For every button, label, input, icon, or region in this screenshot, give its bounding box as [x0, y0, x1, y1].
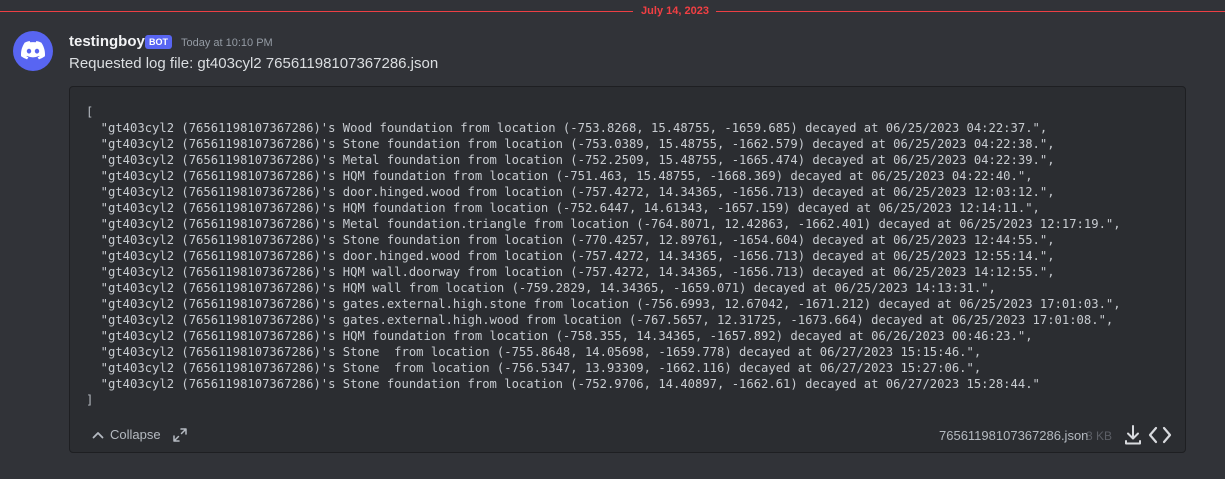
code-block: [ "gt403cyl2 (76561198107367286)'s Wood … — [86, 104, 1121, 408]
collapse-button[interactable]: Collapse — [91, 425, 161, 445]
divider-line-right — [716, 11, 1225, 12]
code-line: "gt403cyl2 (76561198107367286)'s door.hi… — [86, 249, 1055, 263]
code-icon[interactable] — [1148, 424, 1172, 446]
divider-line-left — [0, 11, 633, 12]
download-icon[interactable] — [1123, 424, 1143, 446]
file-size: 3 KB — [1086, 429, 1113, 443]
code-line: "gt403cyl2 (76561198107367286)'s Stone f… — [86, 137, 1055, 151]
code-line: "gt403cyl2 (76561198107367286)'s Stone f… — [86, 361, 982, 375]
open-bracket: [ — [86, 105, 94, 119]
avatar[interactable] — [13, 31, 53, 71]
code-attachment: [ "gt403cyl2 (76561198107367286)'s Wood … — [69, 86, 1186, 453]
code-line: "gt403cyl2 (76561198107367286)'s Metal f… — [86, 217, 1121, 231]
code-line: "gt403cyl2 (76561198107367286)'s Stone f… — [86, 377, 1040, 391]
code-line: "gt403cyl2 (76561198107367286)'s Wood fo… — [86, 121, 1048, 135]
code-line: "gt403cyl2 (76561198107367286)'s HQM fou… — [86, 329, 1033, 343]
divider-date: July 14, 2023 — [636, 4, 714, 18]
attachment-footer: Collapse 76561198107367286.json 3 KB — [70, 423, 1185, 447]
code-line: "gt403cyl2 (76561198107367286)'s HQM fou… — [86, 201, 1040, 215]
code-line: "gt403cyl2 (76561198107367286)'s Stone f… — [86, 233, 1055, 247]
message-timestamp: Today at 10:10 PM — [181, 37, 273, 49]
message-view: July 14, 2023 testingboy BOT Today at 10… — [0, 0, 1225, 479]
code-line: "gt403cyl2 (76561198107367286)'s Stone f… — [86, 345, 982, 359]
author-name[interactable]: testingboy — [69, 32, 145, 52]
code-line: "gt403cyl2 (76561198107367286)'s gates.e… — [86, 297, 1121, 311]
code-line: "gt403cyl2 (76561198107367286)'s door.hi… — [86, 185, 1055, 199]
chevron-up-icon — [92, 432, 104, 439]
code-line: "gt403cyl2 (76561198107367286)'s HQM fou… — [86, 169, 1033, 183]
file-name[interactable]: 76561198107367286.json — [939, 428, 1088, 444]
code-line: "gt403cyl2 (76561198107367286)'s HQM wal… — [86, 265, 1055, 279]
code-line: "gt403cyl2 (76561198107367286)'s HQM wal… — [86, 281, 996, 295]
code-line: "gt403cyl2 (76561198107367286)'s gates.e… — [86, 313, 1114, 327]
discord-logo-icon — [21, 41, 45, 60]
date-divider: July 14, 2023 — [0, 3, 1225, 19]
code-lines: "gt403cyl2 (76561198107367286)'s Wood fo… — [86, 121, 1121, 391]
message-text: Requested log file: gt403cyl2 7656119810… — [69, 55, 439, 72]
bot-tag: BOT — [145, 35, 172, 49]
code-line: "gt403cyl2 (76561198107367286)'s Metal f… — [86, 153, 1055, 167]
close-bracket: ] — [86, 393, 94, 407]
expand-icon[interactable] — [172, 427, 188, 443]
collapse-label: Collapse — [110, 427, 161, 442]
